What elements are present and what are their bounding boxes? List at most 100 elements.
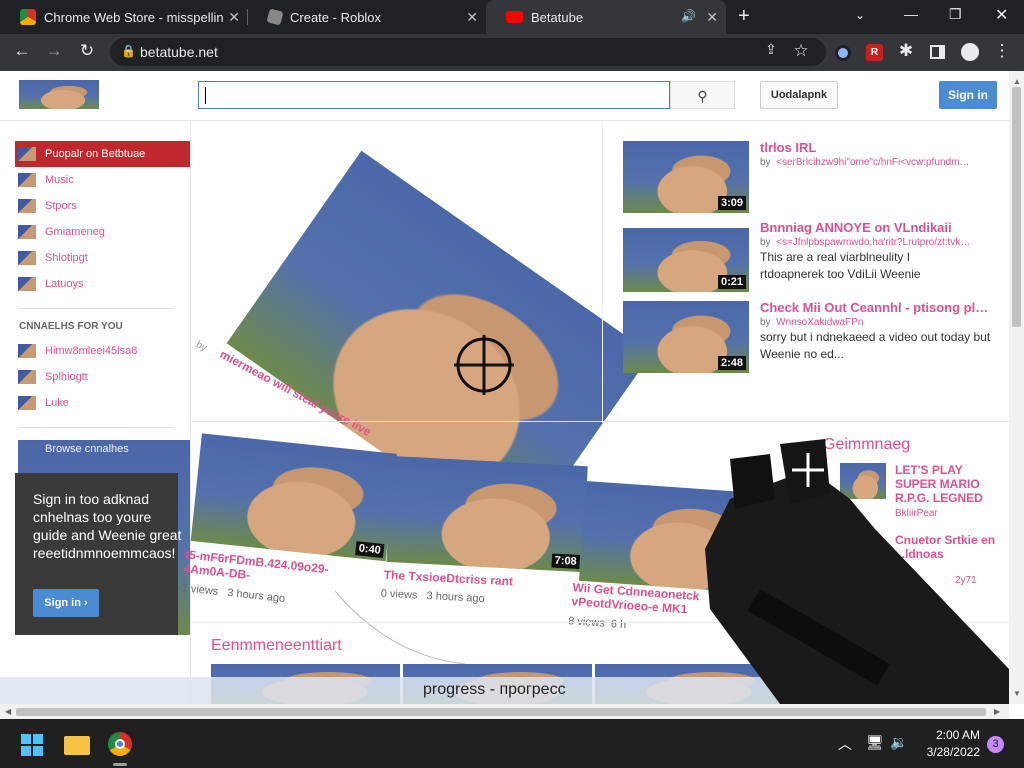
site-logo[interactable] <box>19 80 99 109</box>
close-icon[interactable]: ✕ <box>466 9 478 26</box>
related-video-title[interactable]: tlrlos IRL <box>760 140 816 155</box>
chevron-down-icon[interactable]: ⌄ <box>855 8 865 22</box>
channel-item[interactable]: Himw8mleei45lsa8 <box>18 344 137 358</box>
featured-divider <box>602 123 603 423</box>
channel-item[interactable]: Splhiogtt <box>18 370 88 384</box>
by-label: by <box>760 237 771 248</box>
related-video-thumbnail[interactable]: 0:21 <box>623 228 749 292</box>
sidebar-item-sports[interactable]: Stpors <box>18 199 77 213</box>
sign-in-button[interactable]: Sign in <box>939 81 997 109</box>
duration-badge: 2:48 <box>717 356 746 370</box>
sidebar-divider <box>18 308 174 309</box>
scroll-left-icon[interactable]: ◀ <box>5 707 11 716</box>
related-video-title[interactable]: Check Mii Out Ceannhl - ptisong pl… <box>760 300 988 315</box>
vertical-scroll-thumb[interactable] <box>1012 87 1021 327</box>
music-thumb-icon <box>18 173 36 187</box>
uploader-link[interactable]: WnnsoXakidwaFPn <box>776 317 863 328</box>
tab-title: Betatube <box>531 9 584 25</box>
scroll-right-icon[interactable]: ▶ <box>994 707 1000 716</box>
video-thumbnail[interactable]: 7:08 <box>386 456 588 573</box>
channel-thumb-icon <box>18 396 36 410</box>
browse-channels-link[interactable]: Browse cnnalhes <box>45 443 129 455</box>
speaker-icon[interactable]: 🔊 <box>681 9 696 23</box>
network-icon[interactable]: 🖥 <box>866 734 884 751</box>
promo-signin-button[interactable]: Sign in › <box>33 589 99 617</box>
tab-strip: Chrome Web Store - misspelling ✕ Create … <box>0 0 1024 34</box>
scroll-down-icon[interactable]: ▼ <box>1013 689 1021 698</box>
address-bar[interactable]: 🔒 betatube.net <box>110 38 826 66</box>
channel-label: Luke <box>45 397 69 409</box>
duration-badge: 7:08 <box>551 553 581 569</box>
signin-promo: Sign in too adknad cnhelnas too youre gu… <box>15 473 181 635</box>
horizontal-scroll-thumb[interactable] <box>16 708 986 716</box>
bookmark-star-icon[interactable]: ☆ <box>789 41 813 61</box>
close-icon[interactable]: ✕ <box>228 9 240 26</box>
promo-text: Sign in too adknad cnhelnas too youre gu… <box>33 491 182 561</box>
sidebar-item-gaming[interactable]: Gmiameneg <box>18 225 105 239</box>
related-video-title[interactable]: Bnnniag ANNOYE on VLndikaii <box>760 220 952 235</box>
featured-by-label: by <box>194 339 209 354</box>
volume-icon[interactable]: 🔉 <box>890 734 907 751</box>
related-video-thumbnail[interactable]: 2:48 <box>623 301 749 373</box>
clock-date[interactable]: 3/28/2022 <box>918 745 980 759</box>
channel-thumb-icon <box>18 344 36 358</box>
sidebar-item-label: Puopalr on Betbtuae <box>45 148 146 160</box>
minimize-icon[interactable]: — <box>904 6 918 22</box>
back-icon[interactable]: ← <box>10 41 34 61</box>
channel-label: Splhiogtt <box>45 371 88 383</box>
reload-icon[interactable]: ↻ <box>75 41 99 61</box>
header-divider <box>0 120 1009 121</box>
webpage: ⚲ Uodalapnk Sign in Puopalr on Betbtuae … <box>0 71 1009 704</box>
youtube-icon <box>506 11 523 23</box>
profile-icon[interactable] <box>961 43 979 61</box>
sidebar-item-popular-row[interactable]: Puopalr on Betbtuae <box>18 147 145 161</box>
related-video-thumbnail[interactable]: 3:09 <box>623 141 749 213</box>
file-explorer-icon[interactable] <box>64 736 90 755</box>
related-video-byline: by WnnsoXakidwaFPn <box>760 317 863 328</box>
sidebar-item-label: Music <box>45 174 74 186</box>
video-thumbnail[interactable]: 0:40 <box>190 433 397 562</box>
sidebar-item-latest[interactable]: Latuoys <box>18 277 84 291</box>
upload-age: 6 h <box>610 618 627 632</box>
horizontal-scrollbar[interactable]: ◀ ▶ <box>0 704 1009 719</box>
view-count: 1 views <box>181 582 219 598</box>
windows-start-icon[interactable] <box>21 734 43 756</box>
sidebar-item-music[interactable]: Music <box>18 173 74 187</box>
clock-time[interactable]: 2:00 AM <box>918 728 980 742</box>
gun-overlay-icon <box>705 439 1009 704</box>
upload-button[interactable]: Uodalapnk <box>760 81 838 109</box>
restore-icon[interactable]: ❐ <box>949 6 962 23</box>
uploader-link[interactable]: <serBrlcihzw9hi"ome"c/hnFi<vcw:pfundm… <box>776 157 969 168</box>
sidepanel-icon[interactable] <box>930 45 945 59</box>
duration-badge: 0:21 <box>717 275 746 289</box>
channel-item[interactable]: Luke <box>18 396 69 410</box>
chrome-web-store-icon <box>20 9 36 25</box>
close-icon[interactable]: ✕ <box>706 9 718 26</box>
uploader-link[interactable]: <s=Jfnlpbspawmwdo.ha'ritr?Lrutpro/zt:tvk… <box>776 237 970 248</box>
close-icon[interactable]: ✕ <box>995 5 1008 25</box>
extension-r-icon[interactable]: R <box>866 44 883 61</box>
sidebar-item-label: Latuoys <box>45 278 84 290</box>
extension-icon[interactable] <box>835 45 851 61</box>
scroll-up-icon[interactable]: ▲ <box>1013 77 1021 86</box>
notification-badge[interactable]: 3 <box>987 736 1004 753</box>
share-icon[interactable]: ⇪ <box>759 41 783 58</box>
address-text: betatube.net <box>140 44 218 60</box>
new-tab-button[interactable]: + <box>738 5 750 28</box>
sidebar-item-label: Shlotipgt <box>45 252 88 264</box>
forward-icon[interactable]: → <box>42 41 66 61</box>
crosshair-icon <box>454 335 514 395</box>
tab-roblox[interactable]: Create - Roblox ✕ <box>248 0 486 34</box>
tab-betatube[interactable]: Betatube 🔊 ✕ <box>486 0 726 34</box>
vertical-scrollbar[interactable]: ▲ ▼ <box>1009 71 1024 704</box>
entertainment-heading[interactable]: Eenmmeneenttiart <box>211 637 342 655</box>
tab-chrome-web-store[interactable]: Chrome Web Store - misspelling ✕ <box>0 0 248 34</box>
puzzle-icon[interactable]: ✱ <box>894 41 918 61</box>
chevron-up-icon[interactable]: ︿ <box>838 734 852 754</box>
sidebar-item-spotlight[interactable]: Shlotipgt <box>18 251 88 265</box>
popular-thumb-icon <box>18 147 36 161</box>
search-input[interactable] <box>198 81 670 109</box>
menu-kebab-icon[interactable]: ⋮ <box>990 41 1014 61</box>
chrome-taskbar-icon[interactable] <box>108 732 132 756</box>
search-button[interactable]: ⚲ <box>670 81 735 109</box>
